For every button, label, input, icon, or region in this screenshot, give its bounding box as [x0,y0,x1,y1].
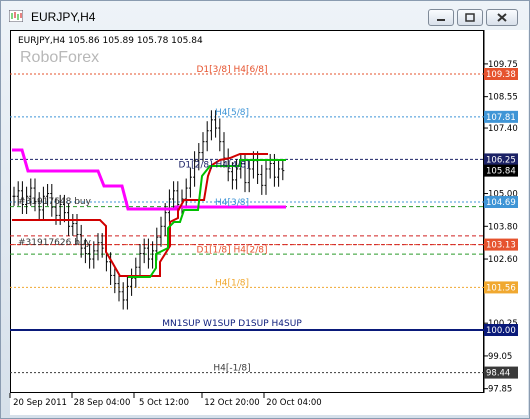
price-tick-label: 102.60 [488,255,518,265]
price-tag-label: 100.00 [486,326,516,336]
price-tag-label: 109.38 [486,70,516,80]
price-tag-label: 98.44 [486,369,510,379]
level-label: D1[1/8] H4[2/8] [196,246,267,256]
order-label: #31917626 buy [18,238,92,248]
order-label: #31917648 buy [18,197,92,207]
time-tick-label: 28 Sep 04:00 [74,398,131,408]
level-label: D1[2/8] H4[4/8] [178,160,249,170]
price-tag-label: 104.69 [486,198,516,208]
level-label: H4[1/8] [215,278,249,288]
level-label: MN1SUP W1SUP D1SUP H4SUP [162,319,302,329]
price-tag-label: 106.25 [486,155,516,165]
level-label: H4[3/8] [215,198,249,208]
level-label: D1[3/8] H4[6/8] [196,65,267,75]
time-tick-label: 5 Oct 12:00 [139,398,189,408]
time-tick-label: 20 Oct 04:00 [266,398,321,408]
price-tag-label: 105.84 [486,167,516,177]
price-tick-label: 107.40 [488,124,518,134]
level-label: H4[-1/8] [213,364,250,374]
time-tick-label: 20 Sep 2011 [13,398,67,408]
price-tag-label: 101.56 [486,283,516,293]
price-tick-label: 108.55 [488,93,518,103]
price-tick-label: 97.85 [488,385,512,395]
axis-labels-layer: 109.75108.55107.40105.00103.80102.60100.… [9,60,518,408]
brand-watermark: RoboForex [20,49,100,66]
time-tick-label: 12 Oct 20:00 [204,398,259,408]
price-tag-label: 103.13 [486,241,516,251]
price-tick-label: 103.80 [488,222,518,232]
chart-info: EURJPY,H4 105.86 105.89 105.78 105.84 [18,36,203,46]
price-tag-label: 107.81 [486,113,516,123]
price-tick-label: 99.05 [488,352,512,362]
level-label: H4[5/8] [215,108,249,118]
